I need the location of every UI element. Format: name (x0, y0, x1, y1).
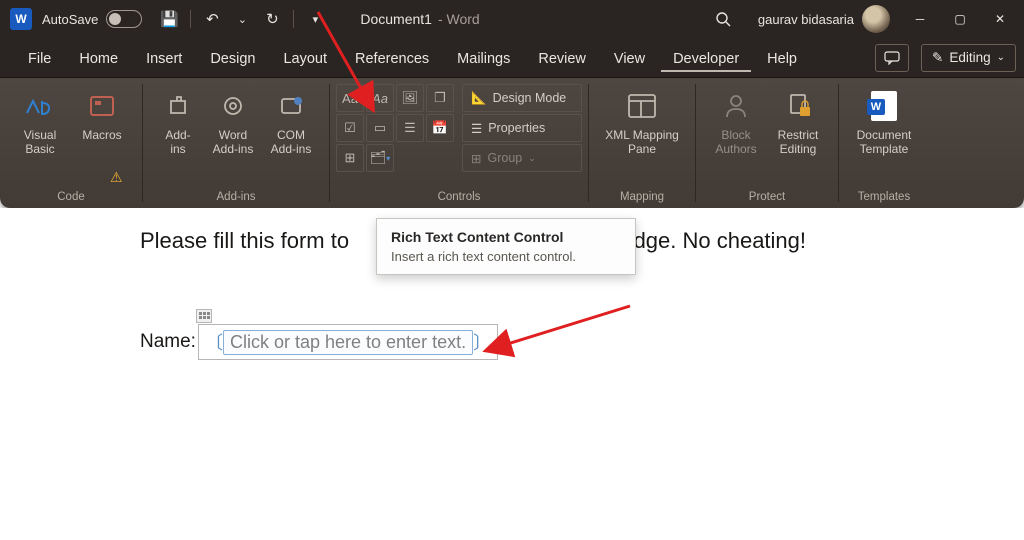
autosave-label: AutoSave (42, 12, 98, 27)
macros-button[interactable]: Macros (72, 84, 132, 146)
com-addin-icon (273, 88, 309, 124)
tab-insert[interactable]: Insert (134, 43, 194, 73)
autosave-toggle[interactable] (106, 10, 142, 28)
tab-developer[interactable]: Developer (661, 43, 751, 72)
bracket-left-icon: 〔 (205, 329, 223, 355)
group-label-code: Code (57, 188, 85, 206)
editing-label: Editing (949, 50, 990, 65)
group-button[interactable]: ⊞Group⌄ (462, 144, 582, 172)
chevron-down-icon: ⌄ (997, 52, 1005, 63)
building-block-control-button[interactable]: ❐ (426, 84, 454, 112)
combobox-control-button[interactable]: ▭ (366, 114, 394, 142)
avatar[interactable] (862, 5, 890, 33)
tab-design[interactable]: Design (198, 43, 267, 73)
properties-icon: ☰ (471, 121, 482, 136)
dropdown-control-button[interactable]: ☰ (396, 114, 424, 142)
group-label-controls: Controls (438, 188, 481, 206)
xml-pane-icon (624, 88, 660, 124)
title-bar: W AutoSave 💾 ↶ ⌄ ↻ ▾ Document1 - Word ga… (0, 0, 1024, 38)
document-template-button[interactable]: W Document Template (849, 84, 919, 161)
group-label-templates: Templates (858, 188, 910, 206)
undo-icon[interactable]: ↶ (197, 4, 227, 34)
maximize-icon[interactable]: ▢ (940, 4, 980, 34)
tab-layout[interactable]: Layout (271, 43, 339, 73)
checkbox-control-button[interactable]: ☑ (336, 114, 364, 142)
group-label-addins: Add-ins (217, 188, 256, 206)
group-label-protect: Protect (749, 188, 785, 206)
ribbon-group-templates: W Document Template Templates (839, 78, 929, 208)
tooltip-description: Insert a rich text content control. (391, 249, 621, 264)
restrict-editing-button[interactable]: Restrict Editing (768, 84, 828, 161)
tab-review[interactable]: Review (526, 43, 598, 73)
rich-text-content-control[interactable]: 〔 Click or tap here to enter text. 〕 (198, 324, 498, 360)
ribbon-group-protect: Block Authors Restrict Editing Protect (696, 78, 838, 208)
properties-button[interactable]: ☰Properties (462, 114, 582, 142)
ribbon-group-controls: Aa Aa 🖼 ❐ ☑ ▭ ☰ 📅 ⊞ 🗂▾ 📐Design Mode ☰Pro… (330, 78, 588, 208)
word-doc-icon: W (866, 88, 902, 124)
minimize-icon[interactable]: ─ (900, 4, 940, 34)
group-label-mapping: Mapping (620, 188, 664, 206)
repeating-control-button[interactable]: ⊞ (336, 144, 364, 172)
ribbon-group-mapping: XML Mapping Pane Mapping (589, 78, 695, 208)
ribbon: Visual Basic Macros Code ⚠ Add- ins Word… (0, 78, 1024, 208)
xml-mapping-button[interactable]: XML Mapping Pane (599, 84, 685, 161)
rich-text-control-button[interactable]: Aa (336, 84, 364, 112)
visual-basic-icon (22, 88, 58, 124)
addin-icon (160, 88, 196, 124)
person-icon (718, 88, 754, 124)
com-addins-button[interactable]: COM Add-ins (263, 84, 319, 161)
tab-help[interactable]: Help (755, 43, 809, 73)
tooltip-title: Rich Text Content Control (391, 229, 621, 245)
warning-icon: ⚠ (110, 169, 123, 186)
qat-customize-icon[interactable]: ▾ (300, 4, 330, 34)
lock-icon (780, 88, 816, 124)
control-handle-icon[interactable] (196, 309, 212, 323)
legacy-tools-button[interactable]: 🗂▾ (366, 144, 394, 172)
tab-mailings[interactable]: Mailings (445, 43, 522, 73)
redo-icon[interactable]: ↻ (257, 4, 287, 34)
ribbon-group-code: Visual Basic Macros Code ⚠ (0, 78, 142, 208)
undo-dropdown-icon[interactable]: ⌄ (227, 4, 257, 34)
tab-file[interactable]: File (16, 43, 63, 73)
tooltip: Rich Text Content Control Insert a rich … (376, 218, 636, 275)
word-app-icon: W (10, 8, 32, 30)
ribbon-group-addins: Add- ins Word Add-ins COM Add-ins Add-in… (143, 78, 329, 208)
editing-mode-button[interactable]: ✎ Editing ⌄ (921, 44, 1016, 72)
ruler-icon: 📐 (471, 91, 487, 106)
picture-control-button[interactable]: 🖼 (396, 84, 424, 112)
close-icon[interactable]: ✕ (980, 4, 1020, 34)
design-mode-button[interactable]: 📐Design Mode (462, 84, 582, 112)
app-name: - Word (438, 11, 480, 27)
save-icon[interactable]: 💾 (154, 4, 184, 34)
date-picker-control-button[interactable]: 📅 (426, 114, 454, 142)
pencil-icon: ✎ (932, 50, 943, 66)
tab-references[interactable]: References (343, 43, 441, 73)
macros-icon (84, 88, 120, 124)
group-icon: ⊞ (471, 151, 481, 166)
gear-icon (215, 88, 251, 124)
plain-text-control-button[interactable]: Aa (366, 84, 394, 112)
block-authors-button[interactable]: Block Authors (706, 84, 766, 161)
tab-view[interactable]: View (602, 43, 657, 73)
word-addins-button[interactable]: Word Add-ins (205, 84, 261, 161)
visual-basic-button[interactable]: Visual Basic (10, 84, 70, 161)
name-label: Name: (140, 331, 196, 353)
document-title: Document1 (360, 11, 432, 27)
username-label: gaurav bidasaria (758, 12, 854, 27)
tab-home[interactable]: Home (67, 43, 130, 73)
bracket-right-icon: 〕 (473, 329, 491, 355)
comments-button[interactable] (875, 44, 909, 72)
search-icon[interactable] (708, 4, 738, 34)
menu-bar: File Home Insert Design Layout Reference… (0, 38, 1024, 78)
placeholder-text[interactable]: Click or tap here to enter text. (223, 330, 473, 355)
addins-button[interactable]: Add- ins (153, 84, 203, 161)
